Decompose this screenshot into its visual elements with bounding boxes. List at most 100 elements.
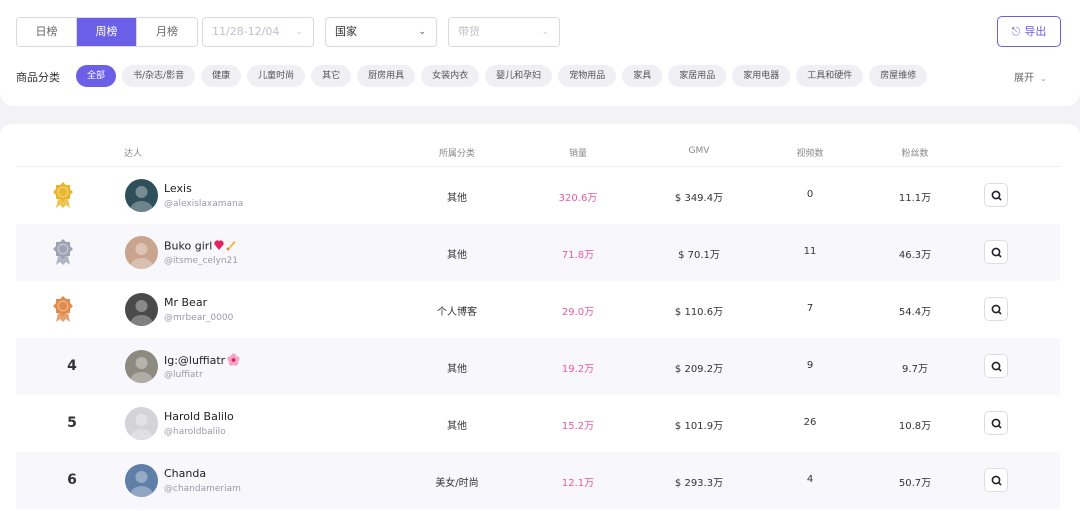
- view-details-button[interactable]: [984, 297, 1008, 321]
- ranking-table: 达人 所属分类 销量 GMV 视频数 粉丝数 Lexis @alexislaxam…: [0, 124, 1080, 511]
- view-details-button[interactable]: [984, 183, 1008, 207]
- creator-name[interactable]: Lexis: [164, 182, 192, 195]
- videos-value: 26: [803, 417, 817, 428]
- country-value: 国家: [335, 25, 357, 38]
- gmv-value: $ 293.3万: [674, 478, 724, 489]
- fans-value: 54.4万: [898, 307, 932, 318]
- avatar[interactable]: [125, 293, 158, 326]
- category-chip[interactable]: 其它: [311, 65, 352, 87]
- creator-name-text: Mr Bear: [164, 296, 208, 309]
- creator-name[interactable]: Chanda: [164, 467, 206, 480]
- creator-name[interactable]: Mr Bear: [164, 296, 207, 309]
- creator-handle: @alexislaxamana: [164, 199, 244, 209]
- rank-number: 6: [67, 472, 77, 488]
- bronze-medal-icon: [52, 295, 74, 323]
- table-row[interactable]: Buko girl @itsme_celyn21 其他 71.8万 $ 70.1万 11 4…: [16, 224, 1060, 281]
- avatar[interactable]: [125, 179, 158, 212]
- sales-value: 71.8万: [561, 250, 595, 261]
- header-videos: 视频数: [796, 149, 824, 159]
- creator-category: 其他: [447, 421, 467, 432]
- header-gmv: GMV: [688, 146, 710, 156]
- view-details-button[interactable]: [984, 468, 1008, 492]
- gmv-value: $ 101.9万: [674, 421, 724, 432]
- chevron-down-icon: ⌄: [418, 27, 426, 37]
- expand-label: 展开: [1014, 73, 1034, 84]
- creator-name-text: Chanda: [164, 467, 207, 480]
- table-row[interactable]: 5 Harold Balilo @haroldbalilo 其他 15.2万 $ 101.…: [16, 395, 1060, 452]
- creator-name[interactable]: Buko girl: [164, 239, 236, 254]
- export-label: 导出: [1024, 25, 1047, 38]
- gmv-value: $ 349.4万: [674, 193, 724, 204]
- table-header: 达人 所属分类 销量 GMV 视频数 粉丝数: [16, 124, 1060, 167]
- sell-type-value: 带货: [458, 25, 480, 38]
- videos-value: 0: [806, 189, 814, 200]
- table-row[interactable]: Mr Bear @mrbear_0000 个人博客 29.0万 $ 110.6万 7 54.…: [16, 281, 1060, 338]
- creator-category: 其他: [447, 250, 467, 261]
- category-chip[interactable]: 儿童时尚: [247, 65, 306, 87]
- gmv-value: $ 110.6万: [674, 307, 724, 318]
- gmv-value: $ 70.1万: [678, 250, 720, 261]
- sell-type-select[interactable]: 带货 ⌄: [448, 17, 560, 47]
- country-select[interactable]: 国家 ⌄: [325, 17, 437, 47]
- avatar[interactable]: [125, 407, 158, 440]
- date-range-select[interactable]: 11/28-12/04 ⌄: [202, 17, 314, 47]
- sales-value: 15.2万: [561, 421, 595, 432]
- category-chip[interactable]: 全部: [76, 65, 117, 87]
- category-chip[interactable]: 家居用品: [668, 65, 727, 87]
- category-chip[interactable]: 书/杂志/影音: [122, 65, 196, 87]
- chevron-down-icon: ⌄: [1040, 74, 1047, 83]
- fans-value: 11.1万: [898, 193, 932, 204]
- header-creator: 达人: [124, 149, 143, 159]
- tab-monthly[interactable]: 月榜: [137, 18, 197, 46]
- category-chip[interactable]: 房屋维修: [869, 65, 928, 87]
- avatar[interactable]: [125, 464, 158, 497]
- fans-value: 46.3万: [898, 250, 932, 261]
- creator-category: 美女/时尚: [435, 478, 479, 489]
- expand-categories-button[interactable]: 展开 ⌄: [1014, 69, 1047, 84]
- rank-number: 5: [67, 415, 77, 431]
- gmv-value: $ 209.2万: [674, 364, 724, 375]
- creator-name[interactable]: Ig:@luffiatr: [164, 353, 240, 369]
- category-chip[interactable]: 厨房用具: [357, 65, 416, 87]
- creator-handle: @haroldbalilo: [164, 427, 226, 437]
- chevron-down-icon: ⌄: [295, 27, 303, 37]
- fans-value: 9.7万: [902, 364, 928, 375]
- date-range-value: 11/28-12/04: [212, 25, 280, 38]
- category-chip[interactable]: 宠物用品: [558, 65, 617, 87]
- view-details-button[interactable]: [984, 354, 1008, 378]
- creator-name-text: Ig:@luffiatr: [164, 354, 226, 367]
- flower-emoji-icon: [227, 353, 240, 369]
- category-chip[interactable]: 健康: [201, 65, 242, 87]
- category-chips: 全部 书/杂志/影音 健康 儿童时尚 其它 厨房用具 女装内衣 婴儿和孕妇 宠物用品 家具 家居用品…: [76, 65, 928, 87]
- creator-category: 个人博客: [437, 307, 477, 318]
- tab-daily[interactable]: 日榜: [17, 18, 77, 46]
- creator-handle: @chandameriam: [164, 484, 241, 494]
- creator-name[interactable]: Harold Balilo: [164, 410, 234, 423]
- category-chip[interactable]: 家具: [622, 65, 663, 87]
- category-chip[interactable]: 女装内衣: [421, 65, 480, 87]
- avatar[interactable]: [125, 236, 158, 269]
- creator-category: 其他: [447, 193, 467, 204]
- avatar[interactable]: [125, 350, 158, 383]
- table-row[interactable]: 4 Ig:@luffiatr @luffiatr 其他 19.2万 $ 209.2万 9 9.…: [16, 338, 1060, 395]
- category-chip[interactable]: 婴儿和孕妇: [485, 65, 553, 87]
- creator-name-text: Lexis: [164, 182, 192, 195]
- filter-panel: 日榜 周榜 月榜 11/28-12/04 ⌄ 国家 ⌄ 带货 ⌄ ⎋ 导出 商品分…: [0, 0, 1080, 106]
- fans-value: 50.7万: [898, 478, 932, 489]
- table-row[interactable]: Lexis @alexislaxamana 其他 320.6万 $ 349.4万 0 11.…: [16, 167, 1060, 224]
- creator-name-text: Harold Balilo: [164, 410, 234, 423]
- export-button[interactable]: ⎋ 导出: [997, 16, 1061, 47]
- chevron-down-icon: ⌄: [541, 27, 549, 37]
- sales-value: 320.6万: [558, 193, 598, 204]
- category-chip[interactable]: 工具和硬件: [796, 65, 864, 87]
- sales-value: 29.0万: [561, 307, 595, 318]
- export-icon: ⎋: [1011, 25, 1021, 38]
- table-row[interactable]: 6 Chanda @chandameriam 美女/时尚 12.1万 $ 293.3万 4 5…: [16, 452, 1060, 509]
- tab-weekly[interactable]: 周榜: [77, 18, 137, 46]
- category-chip[interactable]: 家用电器: [732, 65, 791, 87]
- view-details-button[interactable]: [984, 411, 1008, 435]
- header-fans: 粉丝数: [901, 149, 929, 159]
- view-details-button[interactable]: [984, 240, 1008, 264]
- rank-number: 4: [67, 358, 77, 374]
- creator-handle: @luffiatr: [164, 370, 203, 380]
